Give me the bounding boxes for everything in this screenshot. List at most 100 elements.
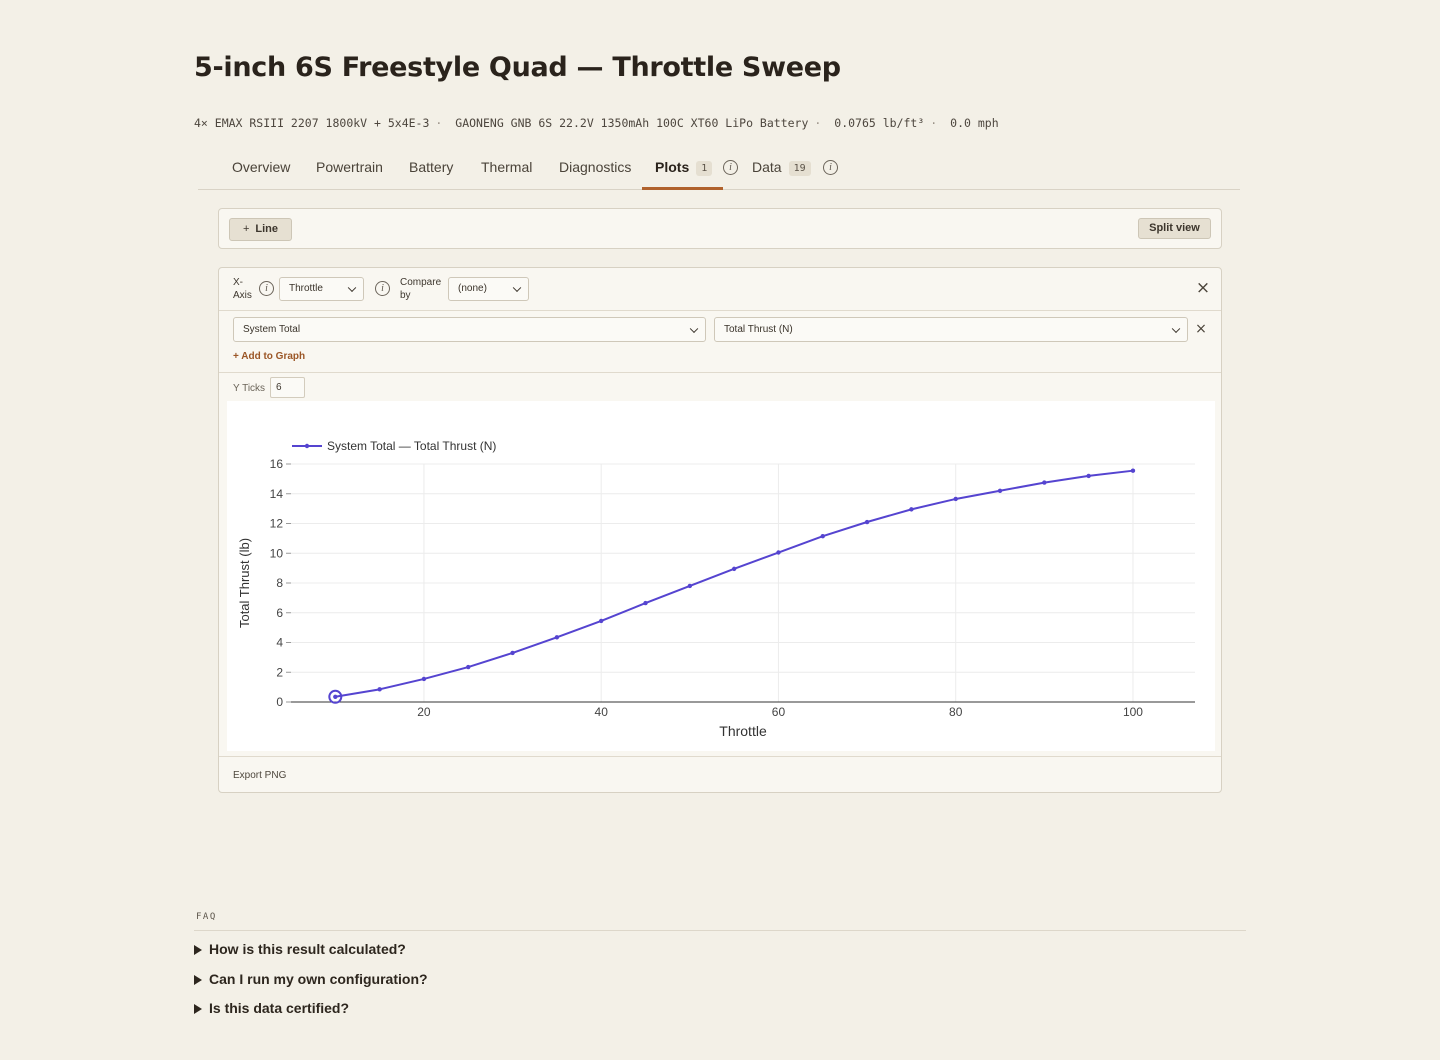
tab-label: Powertrain — [316, 159, 383, 175]
y-tick-label: 14 — [270, 487, 284, 501]
data-point — [776, 550, 781, 555]
chevron-down-icon — [689, 324, 699, 333]
x-axis-info-icon[interactable]: i — [259, 281, 274, 296]
split-view-button[interactable]: Split view — [1138, 218, 1211, 239]
y-tick-label: 12 — [270, 517, 284, 531]
chevron-down-icon — [347, 283, 357, 293]
tab-diagnostics[interactable]: Diagnostics — [559, 146, 631, 190]
config-specs: 4× EMAX RSIII 2207 1800kV + 5x4E-3 · GAON… — [194, 116, 999, 130]
disclosure-triangle-icon — [194, 1004, 202, 1014]
tab-label: Plots — [655, 159, 690, 175]
x-tick-label: 100 — [1123, 705, 1143, 719]
data-info-icon[interactable]: i — [823, 160, 838, 175]
y-tick-label: 8 — [276, 576, 283, 590]
tab-battery[interactable]: Battery — [409, 146, 453, 190]
data-point — [820, 533, 825, 539]
plots-count-badge: 1 — [696, 161, 713, 176]
series-metric-value: Total Thrust (N) — [724, 324, 793, 335]
data-point — [377, 687, 382, 692]
spec-separator: · — [435, 116, 443, 130]
panel-footer: Export PNG — [219, 756, 1221, 793]
legend-label: System Total — Total Thrust (N) — [327, 439, 496, 453]
data-point — [997, 488, 1003, 493]
y-tick-label: 6 — [276, 606, 283, 620]
data-point — [687, 583, 693, 589]
data-count-badge: 19 — [788, 161, 811, 176]
faq-question: How is this result calculated? — [209, 941, 406, 957]
series-source-select[interactable]: System Total — [233, 317, 706, 342]
add-line-button[interactable]: + Line — [229, 218, 292, 241]
faq-item-certified[interactable]: Is this data certified? — [194, 1000, 349, 1016]
export-png-button[interactable]: Export PNG — [233, 770, 286, 781]
data-point — [643, 600, 648, 606]
tab-bar: Overview Powertrain Battery Thermal Diag… — [198, 146, 1240, 190]
tab-label: Diagnostics — [559, 159, 632, 175]
x-tick-label: 60 — [772, 705, 786, 719]
spec-airspeed: 0.0 mph — [950, 116, 999, 130]
active-tab-indicator — [642, 187, 723, 190]
compare-info-icon[interactable]: i — [375, 281, 390, 296]
series-source-value: System Total — [243, 324, 301, 335]
series-row: System Total Total Thrust (N) × + Add to… — [219, 311, 1221, 373]
tab-powertrain[interactable]: Powertrain — [316, 146, 383, 190]
y-tick-label: 4 — [276, 636, 283, 650]
spec-separator: · — [814, 116, 822, 130]
faq-question: Can I run my own configuration? — [209, 971, 428, 987]
tab-label: Battery — [409, 159, 454, 175]
data-point — [909, 507, 914, 512]
add-to-graph-link[interactable]: + Add to Graph — [233, 351, 305, 362]
plot-toolbar: + Line Split view — [218, 208, 1222, 249]
spec-separator: · — [930, 116, 938, 130]
series-metric-select[interactable]: Total Thrust (N) — [714, 317, 1188, 342]
spec-air-density: 0.0765 lb/ft³ — [834, 116, 925, 130]
spec-motor: 4× EMAX RSIII 2207 1800kV + 5x4E-3 — [194, 116, 430, 130]
data-point — [554, 635, 560, 640]
faq-item-calculation[interactable]: How is this result calculated? — [194, 941, 406, 957]
data-point — [421, 676, 427, 682]
x-tick-label: 20 — [417, 705, 431, 719]
data-point — [864, 519, 870, 525]
plot-panel: X-Axis i Throttle i Compare by (none) × … — [218, 267, 1222, 793]
tab-label: Data — [752, 159, 782, 175]
chevron-down-icon — [1171, 324, 1181, 333]
add-line-label: Line — [255, 223, 279, 235]
compare-by-select[interactable]: (none) — [448, 277, 529, 301]
tab-thermal[interactable]: Thermal — [481, 146, 532, 190]
spec-battery: GAONENG GNB 6S 22.2V 1350mAh 100C XT60 L… — [455, 116, 809, 130]
x-axis-value: Throttle — [289, 283, 323, 294]
data-point — [1086, 473, 1091, 479]
plus-icon: + — [242, 223, 250, 235]
x-axis-title: Throttle — [719, 723, 767, 739]
y-tick-label: 10 — [270, 546, 284, 560]
compare-by-value: (none) — [458, 283, 487, 294]
y-axis-title: Total Thrust (lb) — [237, 538, 252, 628]
chevron-down-icon — [512, 283, 522, 293]
disclosure-triangle-icon — [194, 945, 202, 955]
x-axis-select[interactable]: Throttle — [279, 277, 364, 301]
data-point — [510, 650, 515, 656]
remove-series-icon[interactable]: × — [1193, 321, 1209, 337]
chart-area: 20 40 60 80 100 0 2 4 6 8 10 12 14 16 Throttle Total Th… — [227, 401, 1215, 751]
tab-plots[interactable]: Plots 1 — [655, 146, 713, 190]
data-point — [333, 694, 338, 699]
data-point — [466, 664, 471, 670]
y-tick-label: 2 — [276, 665, 283, 679]
x-tick-label: 80 — [949, 705, 963, 719]
data-point — [953, 496, 958, 502]
y-tick-label: 16 — [270, 457, 284, 471]
y-tick-label: 0 — [276, 695, 283, 709]
tab-data[interactable]: Data 19 — [752, 146, 811, 190]
thrust-chart: 20 40 60 80 100 0 2 4 6 8 10 12 14 16 Throttle Total Th… — [237, 439, 1195, 739]
x-axis-label: X-Axis — [233, 277, 252, 301]
tab-overview[interactable]: Overview — [232, 146, 290, 190]
y-ticks-input[interactable]: 6 — [270, 377, 305, 398]
faq-item-own-config[interactable]: Can I run my own configuration? — [194, 971, 428, 987]
tab-label: Thermal — [481, 159, 533, 175]
series-line — [335, 469, 1134, 698]
close-panel-icon[interactable]: × — [1195, 278, 1211, 298]
legend-swatch-marker — [304, 443, 310, 449]
data-point — [1042, 480, 1047, 485]
plots-info-icon[interactable]: i — [723, 160, 738, 175]
faq-question: Is this data certified? — [209, 1000, 350, 1016]
data-point — [731, 566, 737, 572]
